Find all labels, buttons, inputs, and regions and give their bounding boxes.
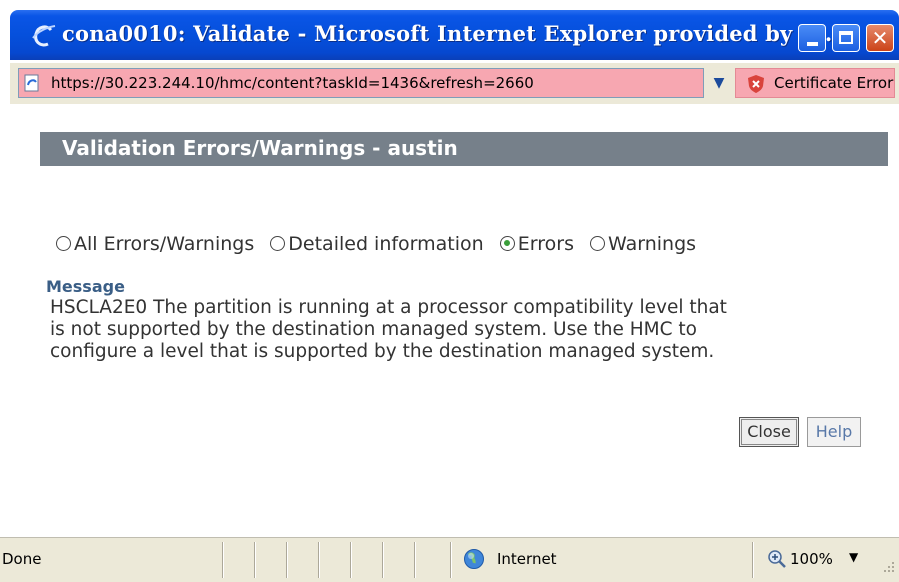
zoom-level[interactable]: 100% xyxy=(790,550,833,568)
radio-label: All Errors/Warnings xyxy=(74,232,255,255)
radio-label: Errors xyxy=(517,232,574,255)
close-button[interactable]: Close xyxy=(739,417,799,447)
zone-label: Internet xyxy=(497,550,557,568)
maximize-button[interactable] xyxy=(832,24,860,52)
status-divider xyxy=(254,542,256,578)
filter-radio-group: All Errors/Warnings Detailed information… xyxy=(56,232,706,258)
radio-all-errors-warnings[interactable]: All Errors/Warnings xyxy=(56,233,254,255)
close-window-button[interactable]: ✕ xyxy=(866,24,894,52)
certificate-error-label: Certificate Error xyxy=(774,74,894,92)
browser-window: cona0010: Validate - Microsoft Internet … xyxy=(0,0,899,582)
minimize-button[interactable] xyxy=(798,24,826,52)
address-bar: https://30.223.244.10/hmc/content?taskId… xyxy=(10,63,899,104)
address-field[interactable]: https://30.223.244.10/hmc/content?taskId… xyxy=(18,68,704,98)
certificate-error-button[interactable]: Certificate Error xyxy=(735,68,895,98)
status-divider xyxy=(450,542,452,578)
status-divider xyxy=(414,542,416,578)
status-divider xyxy=(350,542,352,578)
chevron-down-icon[interactable]: ▼ xyxy=(710,74,728,92)
status-bar: Done Internet 100% ▼ xyxy=(0,537,899,582)
radio-label: Warnings xyxy=(608,232,697,255)
window-title: cona0010: Validate - Microsoft Internet … xyxy=(62,21,840,46)
internet-explorer-icon xyxy=(32,25,56,47)
url-text[interactable]: https://30.223.244.10/hmc/content?taskId… xyxy=(51,74,534,92)
page-icon xyxy=(24,74,39,92)
status-divider xyxy=(752,542,754,578)
radio-detailed-information[interactable]: Detailed information xyxy=(270,232,484,255)
radio-errors[interactable]: Errors xyxy=(499,232,574,255)
globe-icon xyxy=(464,549,484,569)
radio-button[interactable] xyxy=(270,235,286,251)
minimize-icon xyxy=(807,42,818,46)
radio-warnings[interactable]: Warnings xyxy=(590,233,696,255)
help-button[interactable]: Help xyxy=(807,417,861,447)
radio-label: Detailed information xyxy=(288,232,484,255)
message-label: Message xyxy=(46,277,125,296)
status-divider xyxy=(382,542,384,578)
resize-grip-icon[interactable] xyxy=(878,560,896,578)
radio-button[interactable] xyxy=(590,235,606,251)
shield-error-icon xyxy=(748,75,764,93)
status-divider xyxy=(222,542,224,578)
dialog-title: Validation Errors/Warnings - austin xyxy=(62,136,458,160)
radio-button-selected[interactable] xyxy=(499,235,515,251)
maximize-icon xyxy=(839,31,853,44)
status-text: Done xyxy=(2,550,42,568)
radio-button[interactable] xyxy=(56,235,71,251)
title-bar[interactable]: cona0010: Validate - Microsoft Internet … xyxy=(10,10,899,60)
dialog-header: Validation Errors/Warnings - austin xyxy=(40,132,888,166)
message-text: HSCLA2E0 The partition is running at a p… xyxy=(50,297,727,362)
status-divider xyxy=(286,542,288,578)
dialog-content: Validation Errors/Warnings - austin All … xyxy=(10,104,899,537)
zoom-dropdown-icon[interactable]: ▼ xyxy=(849,550,858,564)
zoom-icon[interactable] xyxy=(767,549,787,569)
close-icon: ✕ xyxy=(871,26,889,50)
status-divider xyxy=(318,542,320,578)
